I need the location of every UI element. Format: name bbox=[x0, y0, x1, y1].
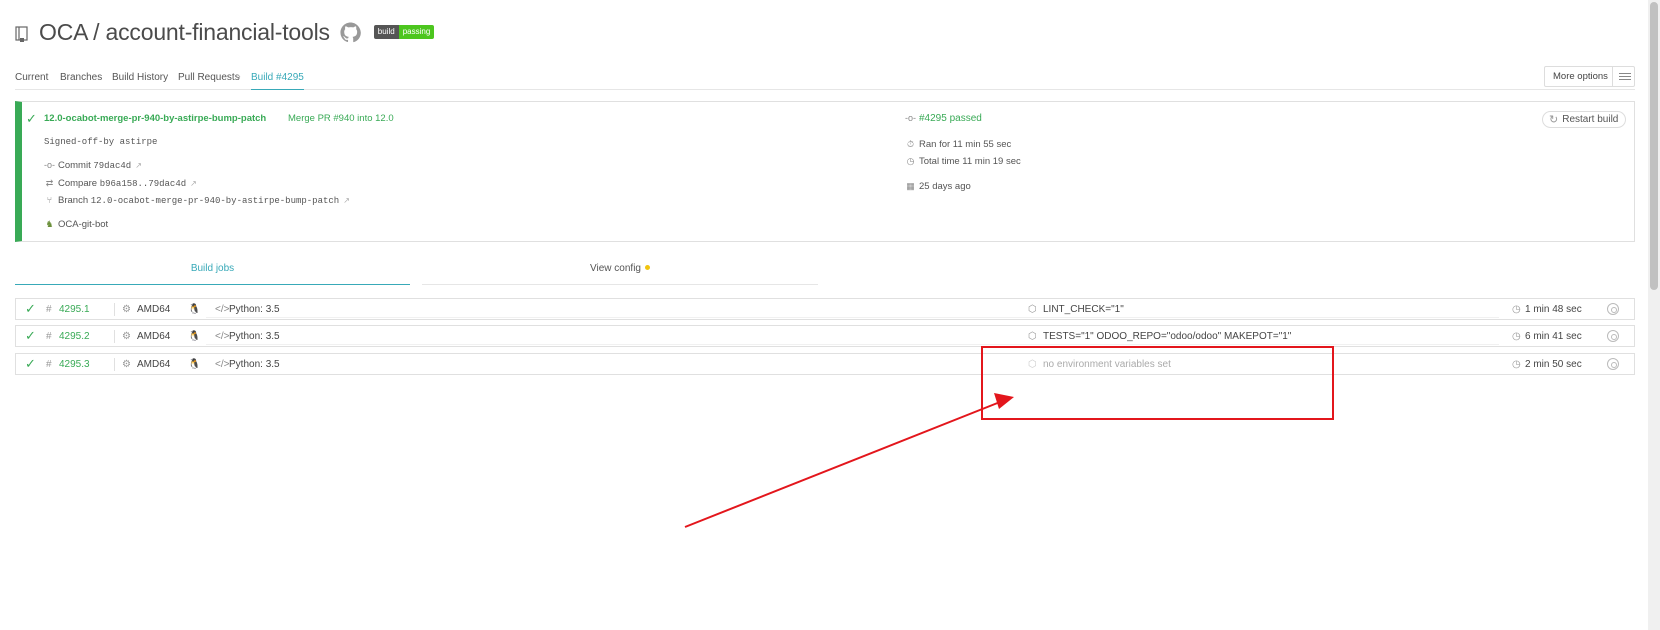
scrollbar-thumb[interactable] bbox=[1650, 2, 1658, 290]
annotation-arrow bbox=[684, 393, 1014, 528]
page-scrollbar[interactable] bbox=[1648, 0, 1660, 630]
